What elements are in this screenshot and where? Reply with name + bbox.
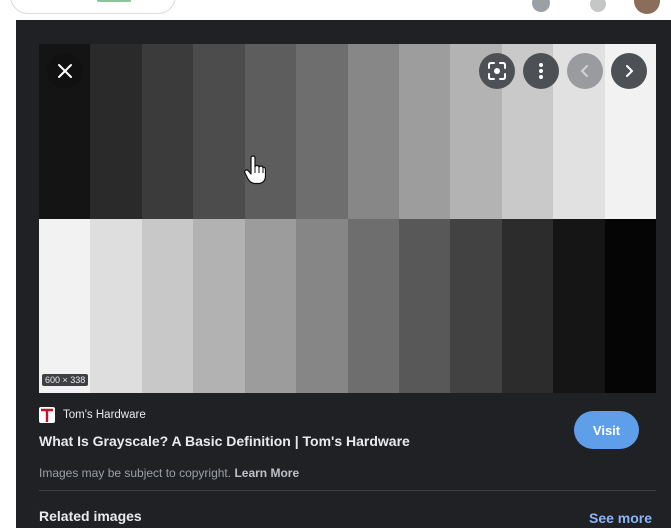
browser-top-bar <box>0 0 671 20</box>
related-images-heading: Related images <box>39 508 142 524</box>
avatar[interactable] <box>634 0 660 14</box>
gray-swatch <box>90 218 142 393</box>
toms-hardware-favicon <box>39 407 55 423</box>
gray-swatch <box>90 44 142 219</box>
more-vertical-icon <box>539 63 543 79</box>
copyright-notice: Images may be subject to copyright. Lear… <box>39 466 299 480</box>
gray-swatch <box>244 44 297 219</box>
gray-swatch <box>347 44 399 219</box>
source-row[interactable]: Tom's Hardware <box>39 407 146 423</box>
hand-cursor-icon <box>244 155 267 190</box>
close-button[interactable] <box>47 53 83 89</box>
page-left-margin <box>0 20 16 528</box>
gray-swatch <box>398 44 451 219</box>
gray-swatch <box>296 218 348 393</box>
gray-swatch <box>39 218 91 393</box>
search-pill[interactable] <box>10 0 176 14</box>
gray-swatch <box>193 218 245 393</box>
next-image-button[interactable] <box>611 53 647 89</box>
gray-swatch <box>450 218 502 393</box>
gray-swatch <box>347 218 399 393</box>
close-icon <box>58 64 72 78</box>
see-more-link[interactable]: See more <box>589 510 652 526</box>
gray-swatch <box>553 218 605 393</box>
lens-button[interactable] <box>479 53 515 89</box>
visit-button[interactable]: Visit <box>574 411 639 449</box>
more-options-button[interactable] <box>523 53 559 89</box>
chevron-right-icon <box>626 65 633 77</box>
lens-icon <box>488 62 506 80</box>
gray-swatch <box>604 218 656 393</box>
grayscale-bottom-row <box>39 218 656 393</box>
learn-more-link[interactable]: Learn More <box>234 466 299 480</box>
search-pill-accent <box>97 0 131 2</box>
gray-swatch <box>141 44 194 219</box>
gray-swatch <box>398 218 451 393</box>
chevron-left-icon <box>581 65 588 77</box>
previous-image-button[interactable] <box>567 53 603 89</box>
image-preview[interactable] <box>39 44 656 393</box>
source-name: Tom's Hardware <box>63 409 146 421</box>
image-size-label: 600 × 338 <box>42 374 89 386</box>
settings-icon[interactable] <box>590 0 606 12</box>
apps-icon[interactable] <box>532 0 550 12</box>
gray-swatch <box>141 218 194 393</box>
gray-swatch <box>193 44 245 219</box>
copyright-text: Images may be subject to copyright. <box>39 466 232 480</box>
gray-swatch <box>296 44 348 219</box>
gray-swatch <box>244 218 297 393</box>
result-title-link[interactable]: What Is Grayscale? A Basic Definition | … <box>39 433 410 449</box>
gray-swatch <box>501 218 554 393</box>
divider <box>39 490 656 491</box>
grayscale-top-row <box>39 44 656 219</box>
